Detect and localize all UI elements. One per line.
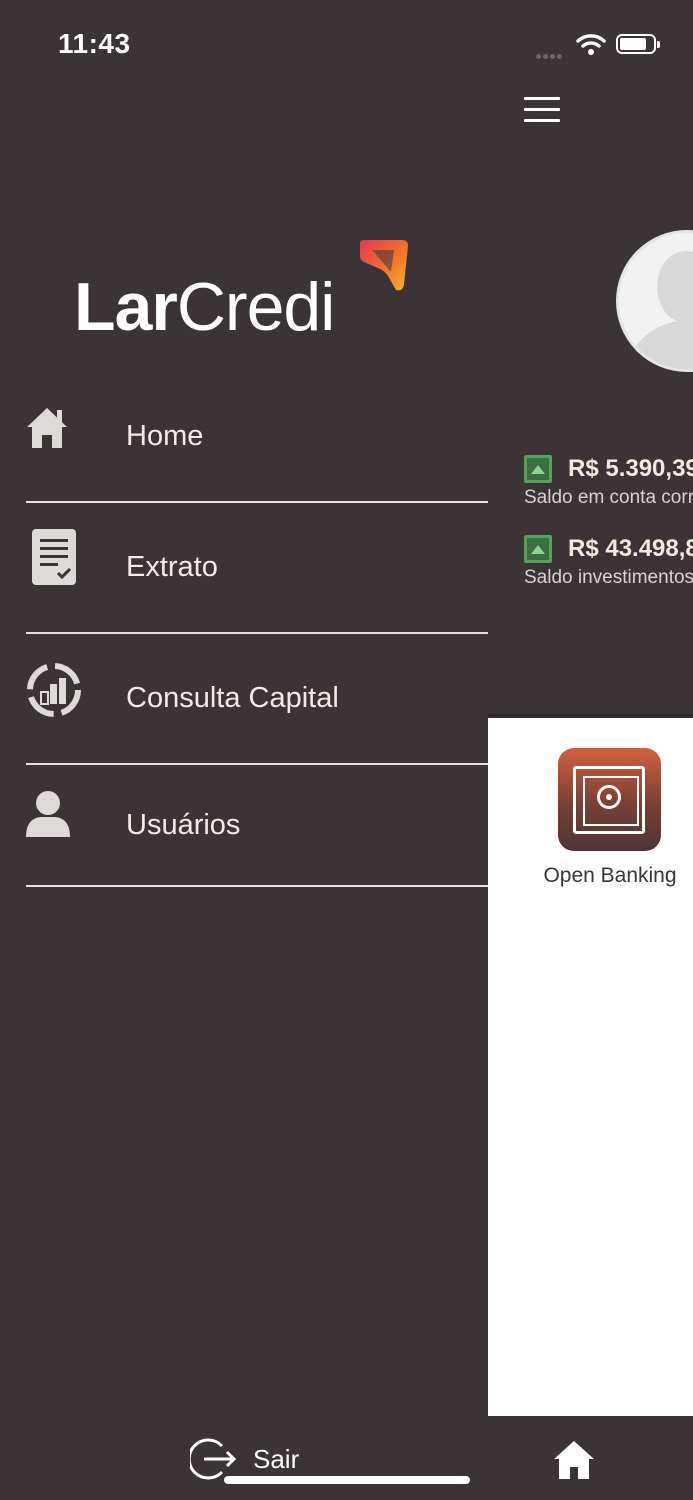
user-icon [26, 791, 70, 837]
home-icon[interactable] [552, 1438, 596, 1482]
menu-item-label: Extrato [126, 551, 218, 583]
open-banking-button[interactable] [558, 748, 661, 861]
cellular-signal-icon [536, 46, 564, 64]
battery-icon [616, 34, 660, 54]
menu-item-home[interactable]: Home [26, 372, 488, 503]
up-arrow-icon [524, 455, 552, 483]
larcredi-logo: LarCredi [74, 238, 419, 345]
home-indicator[interactable] [224, 1476, 470, 1484]
menu-hamburger-icon[interactable] [524, 97, 560, 123]
logo-text-bold: Lar [74, 269, 178, 345]
capital-chart-icon [27, 663, 81, 717]
balance-checking: R$ 5.390,39 Saldo em conta corrente [524, 455, 693, 509]
profile-avatar[interactable] [616, 230, 693, 372]
balance-amount: R$ 43.498,8 [568, 535, 693, 562]
menu-item-label: Consulta Capital [126, 682, 339, 714]
logo-text-light: Credi [176, 269, 335, 345]
wifi-icon [576, 34, 606, 55]
menu-item-extrato[interactable]: Extrato [26, 503, 488, 634]
side-drawer: 11:43 LarCredi Home Extrato Consulta Cap… [0, 0, 488, 1500]
main-screen: R$ 5.390,39 Saldo em conta corrente R$ 4… [488, 0, 693, 1500]
tab-bar [488, 1416, 693, 1500]
up-arrow-icon [524, 535, 552, 563]
menu-item-label: Home [126, 420, 204, 452]
balance-label: Saldo investimentos [524, 567, 693, 588]
menu-item-consulta-capital[interactable]: Consulta Capital [26, 634, 488, 765]
status-indicators [534, 32, 664, 59]
drawer-menu: Home Extrato Consulta Capital Usuários [26, 372, 488, 887]
safe-icon [573, 766, 656, 861]
balance-investments: R$ 43.498,8 Saldo investimentos [524, 535, 693, 589]
status-time: 11:43 [58, 28, 131, 59]
main-header-area: R$ 5.390,39 Saldo em conta corrente R$ 4… [488, 0, 693, 720]
home-icon [27, 408, 67, 448]
menu-item-usuarios[interactable]: Usuários [26, 765, 488, 887]
shortcuts-area: Open Banking [488, 718, 693, 1416]
balance-amount: R$ 5.390,39 [568, 455, 693, 482]
logout-label: Sair [253, 1444, 300, 1474]
open-banking-label: Open Banking [543, 864, 677, 887]
menu-item-label: Usuários [126, 809, 241, 841]
statement-icon [32, 529, 76, 585]
balance-label: Saldo em conta corrente [524, 487, 693, 508]
logo-mark-icon [360, 240, 408, 291]
